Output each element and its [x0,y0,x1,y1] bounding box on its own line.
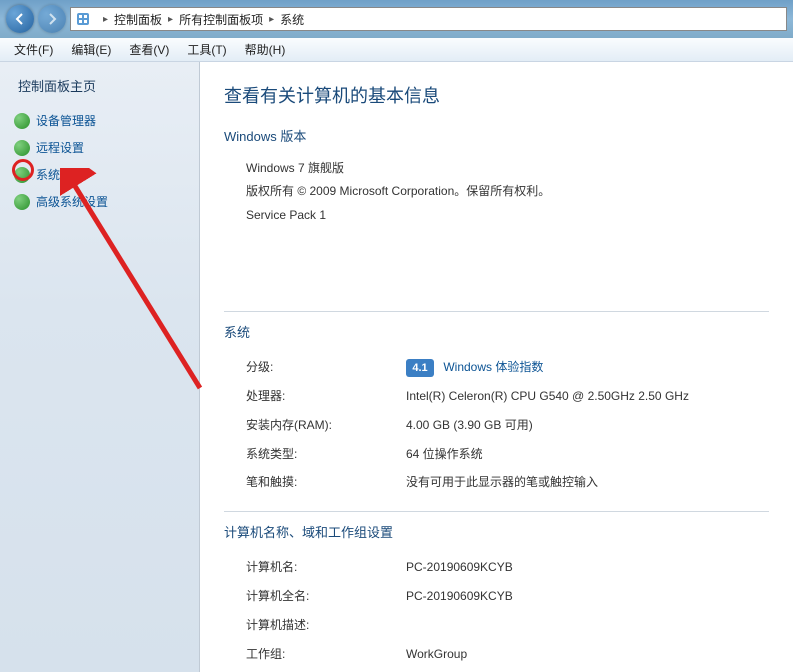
label-rating: 分级: [246,356,406,379]
edition-name: Windows 7 旗舰版 [246,157,769,180]
label: 计算机全名: [246,585,406,608]
value: 64 位操作系统 [406,443,769,466]
main-area: 控制面板主页 设备管理器 远程设置 系统保护 高级系统设置 查看有关计算机的基本… [0,62,793,672]
nav-forward-button[interactable] [38,5,66,33]
breadcrumb-item[interactable]: 控制面板 [114,11,162,28]
value: PC-20190609KCYB [406,585,769,608]
sidebar-link-advanced-settings[interactable]: 高级系统设置 [10,188,189,215]
row-rating: 分级: 4.1 Windows 体验指数 [246,353,769,382]
label: 计算机名: [246,556,406,579]
label: 笔和触摸: [246,471,406,494]
label: 系统类型: [246,443,406,466]
sidebar-link-label: 系统保护 [36,166,84,183]
menu-view[interactable]: 查看(V) [121,39,177,60]
breadcrumb[interactable]: ▸ 控制面板 ▸ 所有控制面板项 ▸ 系统 [70,7,787,31]
row-full-name: 计算机全名: PC-20190609KCYB [246,582,769,611]
section-system: 系统 [224,322,769,341]
label: 工作组: [246,643,406,666]
copyright-text: 版权所有 © 2009 Microsoft Corporation。保留所有权利… [246,180,769,203]
row-system-type: 系统类型: 64 位操作系统 [246,440,769,469]
content-pane: 查看有关计算机的基本信息 Windows 版本 Windows 7 旗舰版 版权… [200,62,793,672]
value: PC-20190609KCYB [406,556,769,579]
sidebar-link-device-manager[interactable]: 设备管理器 [10,107,189,134]
sidebar: 控制面板主页 设备管理器 远程设置 系统保护 高级系统设置 [0,62,200,672]
shield-icon [14,194,30,210]
rating-badge: 4.1 [406,359,434,377]
shield-icon [14,140,30,156]
windows-edition-block: Windows 7 旗舰版 版权所有 © 2009 Microsoft Corp… [224,157,769,227]
row-processor: 处理器: Intel(R) Celeron(R) CPU G540 @ 2.50… [246,382,769,411]
address-bar: ▸ 控制面板 ▸ 所有控制面板项 ▸ 系统 [0,0,793,38]
value: Intel(R) Celeron(R) CPU G540 @ 2.50GHz 2… [406,385,769,408]
menu-bar: 文件(F) 编辑(E) 查看(V) 工具(T) 帮助(H) [0,38,793,62]
value: WorkGroup [406,643,769,666]
menu-help[interactable]: 帮助(H) [237,39,294,60]
section-computer-name: 计算机名称、域和工作组设置 [224,522,769,541]
nav-back-button[interactable] [6,5,34,33]
menu-file[interactable]: 文件(F) [6,39,61,60]
sidebar-link-label: 远程设置 [36,139,84,156]
control-panel-icon [75,11,91,27]
chevron-right-icon: ▸ [103,14,108,25]
page-title: 查看有关计算机的基本信息 [224,82,769,108]
service-pack: Service Pack 1 [246,204,769,227]
value: 没有可用于此显示器的笔或触控输入 [406,471,769,494]
sidebar-link-system-protection[interactable]: 系统保护 [10,161,189,188]
chevron-right-icon: ▸ [269,14,274,25]
row-description: 计算机描述: [246,611,769,640]
chevron-right-icon: ▸ [168,14,173,25]
label: 计算机描述: [246,614,406,637]
row-workgroup: 工作组: WorkGroup [246,640,769,669]
breadcrumb-item[interactable]: 系统 [280,11,304,28]
breadcrumb-item[interactable]: 所有控制面板项 [179,11,263,28]
value: 4.00 GB (3.90 GB 可用) [406,414,769,437]
sidebar-title: 控制面板主页 [10,76,189,95]
sidebar-link-label: 设备管理器 [36,112,96,129]
section-windows-edition: Windows 版本 [224,126,769,145]
sidebar-link-remote-settings[interactable]: 远程设置 [10,134,189,161]
row-computer-name: 计算机名: PC-20190609KCYB [246,553,769,582]
label: 处理器: [246,385,406,408]
menu-tools[interactable]: 工具(T) [179,39,234,60]
row-pen-touch: 笔和触摸: 没有可用于此显示器的笔或触控输入 [246,468,769,497]
menu-edit[interactable]: 编辑(E) [63,39,119,60]
shield-icon [14,167,30,183]
value [406,614,769,637]
label: 安装内存(RAM): [246,414,406,437]
row-ram: 安装内存(RAM): 4.00 GB (3.90 GB 可用) [246,411,769,440]
shield-icon [14,113,30,129]
sidebar-link-label: 高级系统设置 [36,193,108,210]
link-wei[interactable]: Windows 体验指数 [443,360,543,374]
